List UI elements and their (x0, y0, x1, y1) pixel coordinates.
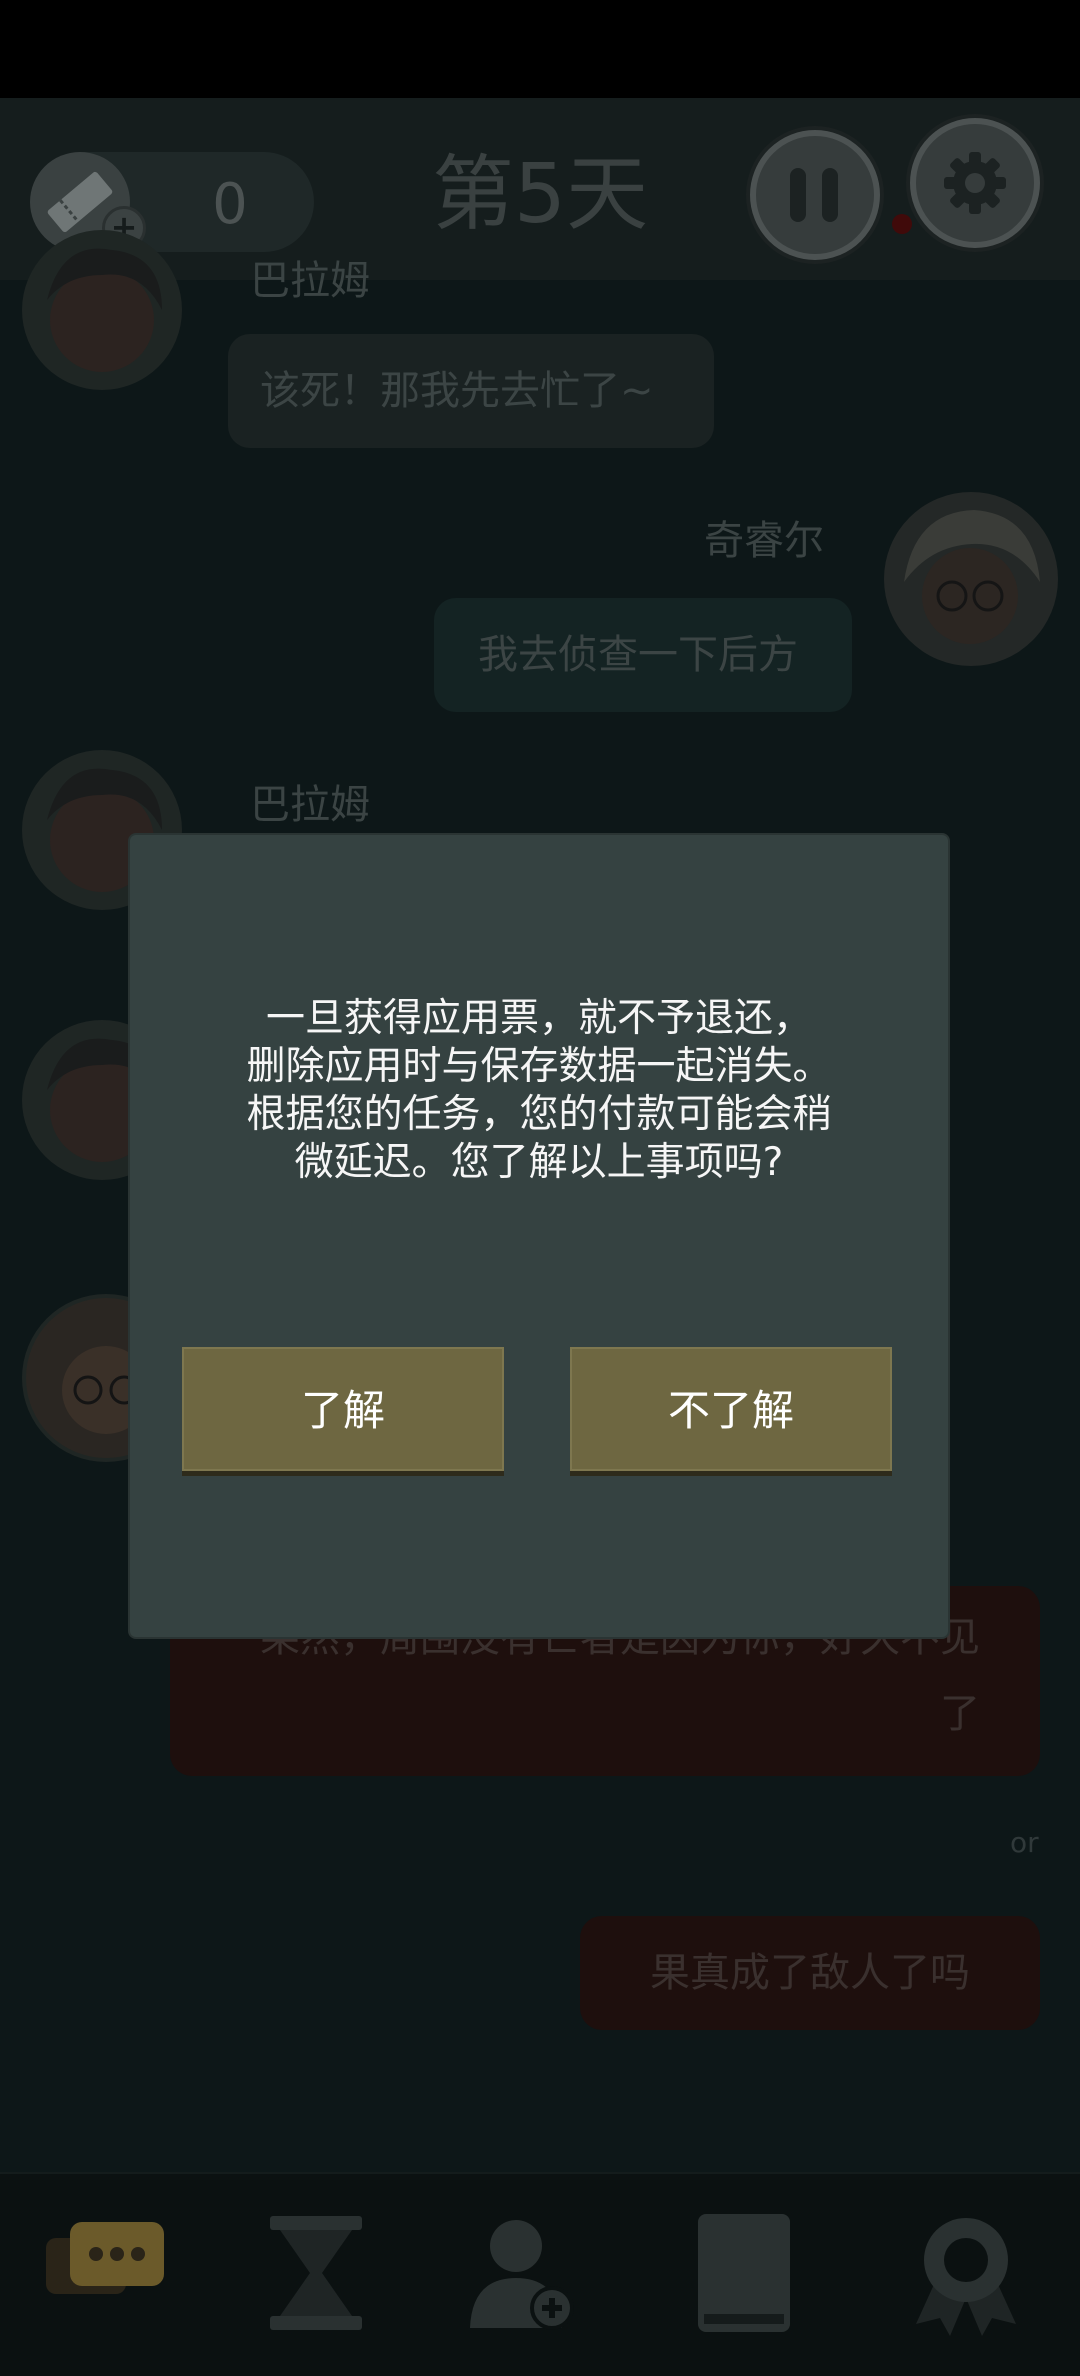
settings-button[interactable] (910, 118, 1040, 248)
confirm-dialog: 一旦获得应用票，就不予退还， 删除应用时与保存数据一起消失。 根据您的任务，您的… (130, 835, 948, 1637)
avatar-balam (22, 230, 182, 390)
message-bubble: 我去侦查一下后方 (434, 598, 852, 712)
dialog-message-line: 删除应用时与保存数据一起消失。 (246, 1044, 832, 1089)
nav-hourglass[interactable] (256, 2208, 376, 2338)
book-icon (698, 2214, 790, 2332)
pause-icon (790, 168, 806, 222)
add-friend-icon (470, 2220, 574, 2330)
status-bar (0, 0, 1080, 98)
understand-button[interactable]: 了解 (182, 1347, 504, 1471)
pause-button[interactable] (750, 130, 880, 260)
ticket-count: 0 (212, 172, 248, 237)
dialog-message-line: 根据您的任务，您的付款可能会稍 (246, 1092, 832, 1137)
sender-name: 巴拉姆 (250, 782, 370, 828)
avatar-qiruier (884, 492, 1058, 666)
game-screen: + 0 第5天 巴拉姆 该死！那我先去忙了~ 奇睿尔 我去侦查一下后方 巴拉姆 … (0, 0, 1080, 2376)
dialog-message: 一旦获得应用票，就不予退还， 删除应用时与保存数据一起消失。 根据您的任务，您的… (170, 995, 908, 1187)
sender-name: 奇睿尔 (704, 518, 824, 564)
not-understand-button[interactable]: 不了解 (570, 1347, 892, 1471)
dialog-message-line: 微延迟。您了解以上事项吗? (294, 1140, 784, 1185)
notification-dot (892, 214, 912, 234)
sender-name: 巴拉姆 (250, 258, 370, 304)
nav-chat[interactable] (40, 2208, 164, 2338)
hourglass-icon (270, 2216, 362, 2330)
or-label: or (1010, 1826, 1039, 1859)
choice-option-2[interactable]: 果真成了敌人了吗 (580, 1916, 1040, 2030)
achievement-icon (916, 2218, 1016, 2336)
nav-achievement[interactable] (906, 2208, 1026, 2338)
gear-icon (944, 152, 1006, 214)
message-bubble: 该死！那我先去忙了~ (228, 334, 714, 448)
chat-icon (46, 2222, 164, 2294)
nav-book[interactable] (690, 2208, 810, 2338)
dialog-message-line: 一旦获得应用票，就不予退还， (265, 996, 812, 1041)
nav-add-friend[interactable] (460, 2208, 580, 2338)
day-title: 第5天 (431, 147, 649, 242)
